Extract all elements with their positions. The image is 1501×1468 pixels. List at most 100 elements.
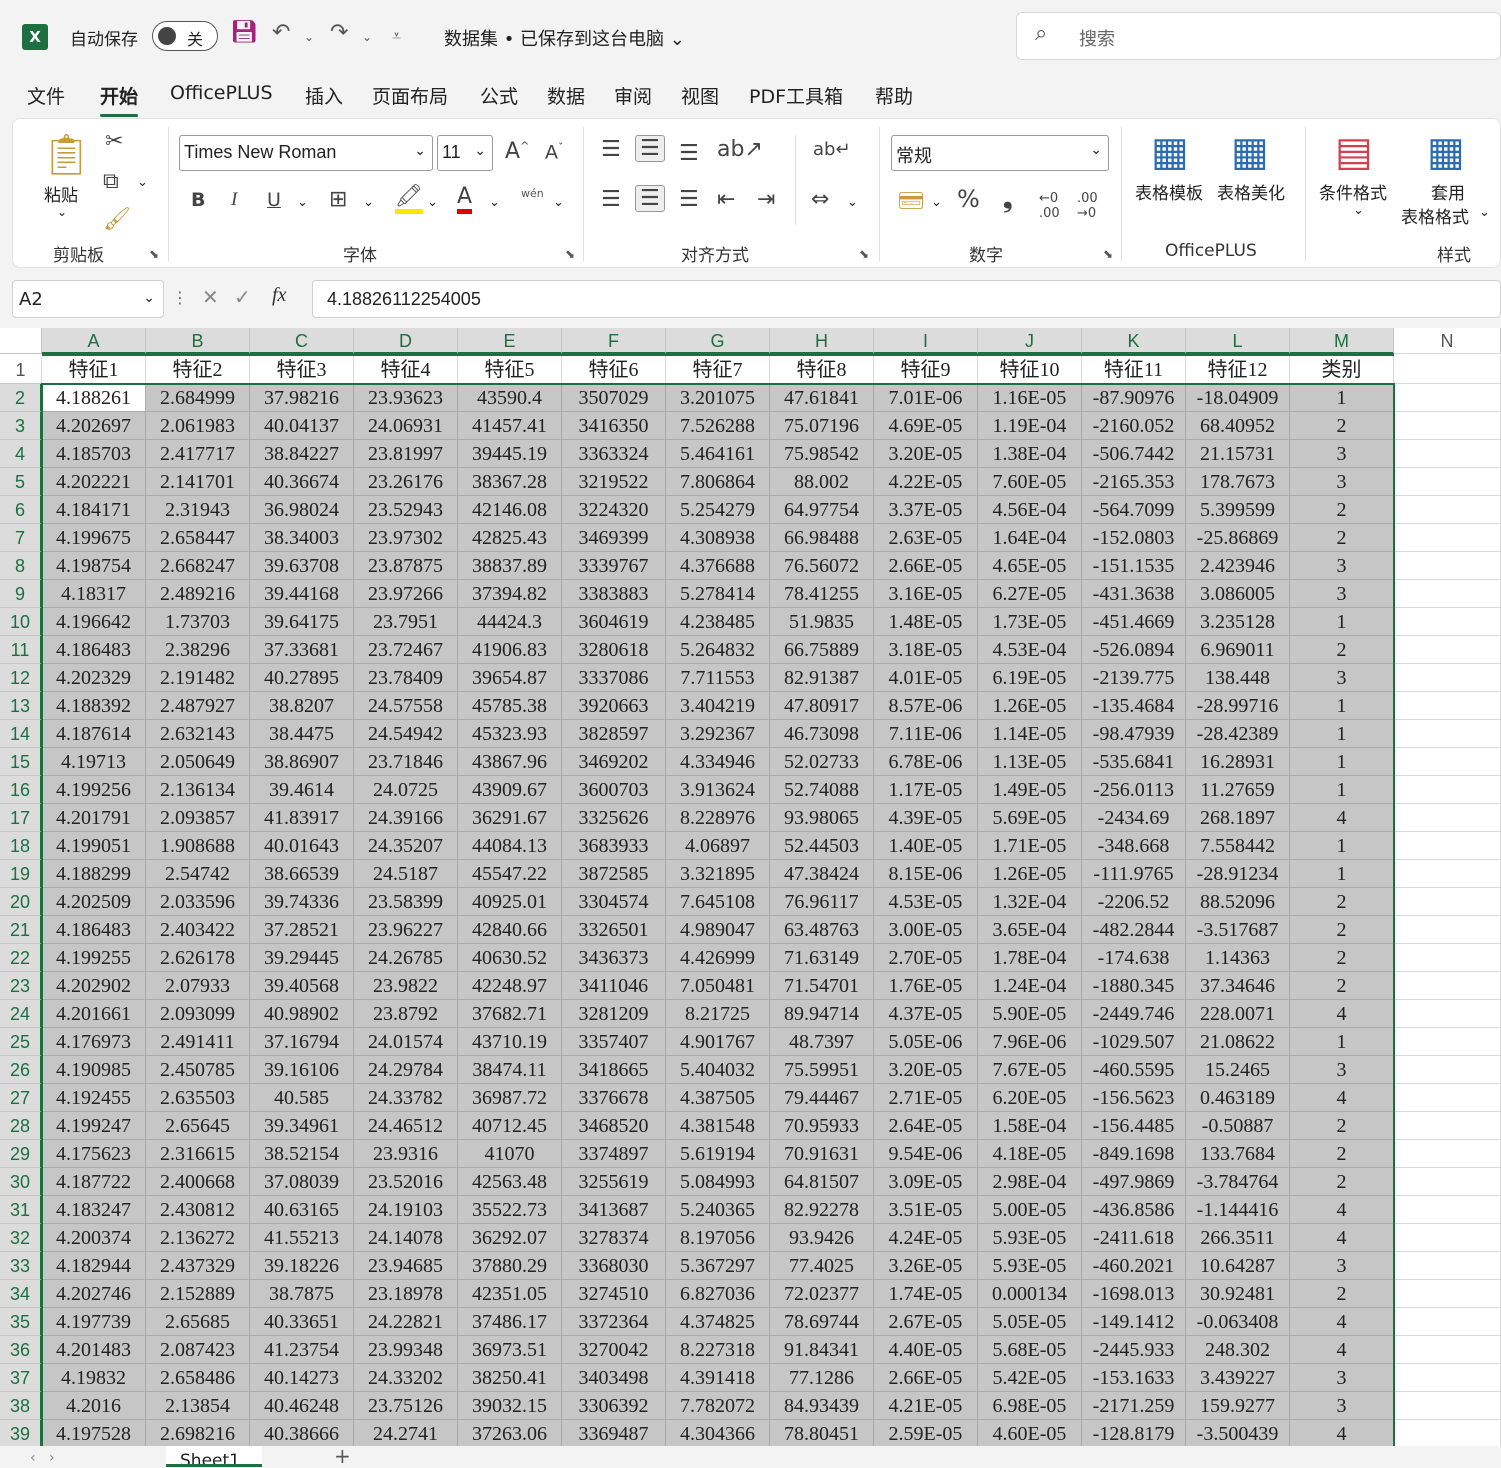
column-header[interactable]: M	[1290, 328, 1394, 354]
format-painter-icon[interactable]: 🖌︎	[103, 207, 131, 232]
table-cell[interactable]: 4.18317	[42, 580, 146, 608]
table-cell[interactable]: 5.278414	[666, 580, 770, 608]
row-header[interactable]: 12	[0, 664, 42, 692]
table-cell[interactable]: 36292.07	[458, 1224, 562, 1252]
table-cell[interactable]: -0.063408	[1186, 1308, 1290, 1336]
table-cell[interactable]: 76.96117	[770, 888, 874, 916]
table-cell[interactable]: 3	[1290, 468, 1394, 496]
table-cell[interactable]: 2	[1290, 412, 1394, 440]
table-cell[interactable]: 4.200374	[42, 1224, 146, 1252]
number-format-select[interactable]: 常规 ⌄	[891, 135, 1109, 171]
table-cell[interactable]: 4.196642	[42, 608, 146, 636]
table-cell[interactable]: 6.98E-05	[978, 1392, 1082, 1420]
table-cell[interactable]: 24.2741	[354, 1420, 458, 1446]
table-cell[interactable]: 2.033596	[146, 888, 250, 916]
cut-icon[interactable]: ✂	[105, 129, 123, 154]
table-cell[interactable]: 16.28931	[1186, 748, 1290, 776]
table-cell[interactable]: -152.0803	[1082, 524, 1186, 552]
number-launcher-icon[interactable]: ⬊	[1103, 247, 1113, 261]
table-cell[interactable]: 77.4025	[770, 1252, 874, 1280]
table-cell[interactable]: 4.21E-05	[874, 1392, 978, 1420]
table-cell[interactable]: 2.437329	[146, 1252, 250, 1280]
table-cell[interactable]: 68.40952	[1186, 412, 1290, 440]
table-cell[interactable]: 39.29445	[250, 944, 354, 972]
table-cell[interactable]: 4.199256	[42, 776, 146, 804]
table-cell[interactable]: 2.65685	[146, 1308, 250, 1336]
wrap-text-icon[interactable]: ab↵	[813, 139, 851, 160]
table-cell[interactable]: 3224320	[562, 496, 666, 524]
table-cell[interactable]: -2449.746	[1082, 1000, 1186, 1028]
column-header[interactable]: H	[770, 328, 874, 354]
table-cell[interactable]: 5.00E-05	[978, 1196, 1082, 1224]
table-cell[interactable]: -2206.52	[1082, 888, 1186, 916]
table-cell[interactable]: 40.14273	[250, 1364, 354, 1392]
table-cell[interactable]: 35522.73	[458, 1196, 562, 1224]
align-right-icon[interactable]: ☰	[679, 187, 699, 212]
table-cell[interactable]: 39.4614	[250, 776, 354, 804]
table-cell[interactable]: 3.913624	[666, 776, 770, 804]
row-header[interactable]: 3	[0, 412, 42, 440]
table-cell[interactable]: -2165.353	[1082, 468, 1186, 496]
table-cell[interactable]: -2434.69	[1082, 804, 1186, 832]
table-cell[interactable]: -1698.013	[1082, 1280, 1186, 1308]
conditional-format-label[interactable]: 条件格式	[1319, 179, 1387, 204]
table-cell[interactable]: 2.65645	[146, 1112, 250, 1140]
table-cell[interactable]	[1394, 1000, 1501, 1028]
formula-input[interactable]: 4.18826112254005	[312, 280, 1501, 318]
table-cell[interactable]: 24.33202	[354, 1364, 458, 1392]
table-cell[interactable]: 23.8792	[354, 1000, 458, 1028]
table-cell[interactable]: 4.201483	[42, 1336, 146, 1364]
column-header[interactable]: N	[1394, 328, 1501, 354]
table-cell[interactable]: 2.423946	[1186, 552, 1290, 580]
sheet-nav-arrows[interactable]: ‹ ›	[30, 1450, 55, 1466]
table-cell[interactable]: -1.144416	[1186, 1196, 1290, 1224]
table-cell[interactable]: 3368030	[562, 1252, 666, 1280]
table-cell[interactable]: 24.19103	[354, 1196, 458, 1224]
table-cell[interactable]: 4.381548	[666, 1112, 770, 1140]
save-icon[interactable]: 💾︎	[230, 20, 258, 45]
table-cell[interactable]: 3411046	[562, 972, 666, 1000]
table-cell[interactable]: 8.21725	[666, 1000, 770, 1028]
table-cell[interactable]	[1394, 1112, 1501, 1140]
row-header[interactable]: 9	[0, 580, 42, 608]
table-cell[interactable]: 5.254279	[666, 496, 770, 524]
table-cell[interactable]: 37394.82	[458, 580, 562, 608]
row-header[interactable]: 18	[0, 832, 42, 860]
table-cell[interactable]: 2.66E-05	[874, 1364, 978, 1392]
row-header[interactable]: 22	[0, 944, 42, 972]
table-cell[interactable]: 4.65E-05	[978, 552, 1082, 580]
table-cell[interactable]: 24.26785	[354, 944, 458, 972]
table-cell[interactable]: -87.90976	[1082, 384, 1186, 412]
table-cell[interactable]	[1394, 1168, 1501, 1196]
table-cell[interactable]: 4.374825	[666, 1308, 770, 1336]
table-cell[interactable]: 3325626	[562, 804, 666, 832]
accounting-dropdown-icon[interactable]: ⌄	[931, 195, 942, 210]
table-cell[interactable]: -151.1535	[1082, 552, 1186, 580]
table-cell[interactable]: 5.93E-05	[978, 1252, 1082, 1280]
format-as-table-dropdown-icon[interactable]: ⌄	[1479, 205, 1490, 220]
table-cell[interactable]: 4.24E-05	[874, 1224, 978, 1252]
table-cell[interactable]: 23.96227	[354, 916, 458, 944]
table-cell[interactable]: 89.94714	[770, 1000, 874, 1028]
table-cell[interactable]: 3357407	[562, 1028, 666, 1056]
table-cell[interactable]: 39445.19	[458, 440, 562, 468]
phonetic-dropdown-icon[interactable]: ⌄	[553, 195, 564, 210]
table-cell[interactable]: -135.4684	[1082, 692, 1186, 720]
table-cell[interactable]: 42840.66	[458, 916, 562, 944]
table-cell[interactable]: 5.42E-05	[978, 1364, 1082, 1392]
table-cell[interactable]: 1.32E-04	[978, 888, 1082, 916]
header-cell[interactable]: 特征10	[978, 356, 1082, 384]
table-cell[interactable]: 52.74088	[770, 776, 874, 804]
align-middle-icon[interactable]: ☰	[635, 135, 665, 162]
table-cell[interactable]: -535.6841	[1082, 748, 1186, 776]
table-cell[interactable]: 3.09E-05	[874, 1168, 978, 1196]
header-cell[interactable]: 特征8	[770, 356, 874, 384]
table-cell[interactable]	[1394, 1420, 1501, 1446]
table-cell[interactable]: 40.98902	[250, 1000, 354, 1028]
table-cell[interactable]: 40.33651	[250, 1308, 354, 1336]
decrease-indent-icon[interactable]: ⇤	[717, 187, 735, 212]
table-cell[interactable]: 88.52096	[1186, 888, 1290, 916]
row-header[interactable]: 4	[0, 440, 42, 468]
table-cell[interactable]: 43909.67	[458, 776, 562, 804]
table-cell[interactable]: 3372364	[562, 1308, 666, 1336]
